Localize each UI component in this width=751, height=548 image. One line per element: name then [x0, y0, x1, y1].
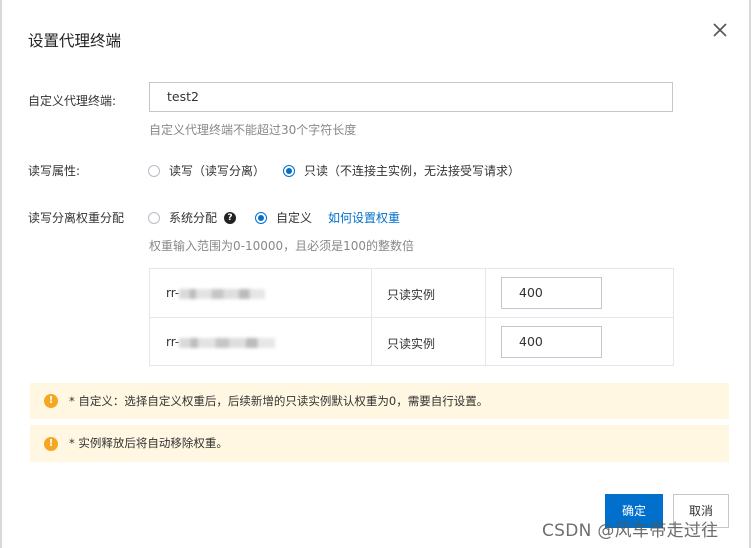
notice-text: * 实例释放后将自动移除权重。: [69, 436, 228, 450]
radio-custom-allocation-label: 自定义: [276, 211, 313, 225]
weight-allocation-label: 读写分离权重分配: [28, 211, 125, 225]
weight-input[interactable]: 400: [501, 326, 602, 358]
terminal-name-input[interactable]: test2: [149, 82, 673, 112]
radio-read-only-label: 只读（不连接主实例，无法接受写请求）: [304, 164, 521, 178]
radio-custom-allocation-indicator: [255, 211, 267, 224]
warning-icon: !: [44, 437, 58, 451]
weight-input[interactable]: 400: [501, 277, 602, 309]
terminal-name-hint: 自定义代理终端不能超过30个字符长度: [149, 123, 357, 137]
instance-id-prefix: rr-: [166, 335, 180, 349]
weight-range-hint: 权重输入范围为0-10000，且必须是100的整数倍: [149, 239, 415, 253]
table-row: rr- 只读实例 400: [150, 269, 673, 318]
watermark: CSDN @风车带走过往: [542, 521, 719, 541]
notice-text: * 自定义：选择自定义权重后，后续新增的只读实例默认权重为0，需要自行设置。: [69, 394, 489, 408]
radio-custom-allocation[interactable]: 自定义: [255, 209, 312, 226]
rw-attribute-label: 读写属性:: [28, 164, 81, 178]
notice-release-weight: ! * 实例释放后将自动移除权重。: [30, 425, 729, 462]
instance-id-cell: rr-: [166, 286, 266, 300]
terminal-name-label: 自定义代理终端:: [28, 94, 117, 108]
dialog-title: 设置代理终端: [28, 32, 122, 50]
instance-type-cell: 只读实例: [387, 288, 436, 302]
radio-read-write-label: 读写（读写分离）: [169, 164, 266, 178]
table-row: rr- 只读实例 400: [150, 318, 673, 366]
weight-table: rr- 只读实例 400 rr- 只读实例 400: [149, 268, 674, 366]
radio-system-allocation-label: 系统分配: [169, 211, 218, 225]
help-icon[interactable]: ?: [224, 211, 237, 224]
radio-read-write-indicator: [148, 164, 160, 177]
warning-icon: !: [44, 394, 58, 408]
radio-read-only-indicator: [283, 164, 295, 177]
instance-type-cell: 只读实例: [387, 337, 436, 351]
notice-custom-weight: ! * 自定义：选择自定义权重后，后续新增的只读实例默认权重为0，需要自行设置。: [30, 383, 729, 419]
radio-system-allocation[interactable]: 系统分配 ?: [148, 209, 237, 226]
redacted-instance-id: [179, 337, 276, 348]
how-to-set-weight-link[interactable]: 如何设置权重: [328, 209, 400, 226]
proxy-terminal-dialog: 设置代理终端 自定义代理终端: test2 自定义代理终端不能超过30个字符长度…: [2, 0, 749, 548]
redacted-instance-id: [179, 288, 266, 299]
close-icon[interactable]: [710, 20, 730, 40]
instance-id-prefix: rr-: [166, 286, 180, 300]
radio-system-allocation-indicator: [148, 211, 160, 224]
instance-id-cell: rr-: [166, 335, 276, 349]
radio-read-write[interactable]: 读写（读写分离）: [148, 162, 265, 179]
radio-read-only[interactable]: 只读（不连接主实例，无法接受写请求）: [283, 162, 520, 179]
